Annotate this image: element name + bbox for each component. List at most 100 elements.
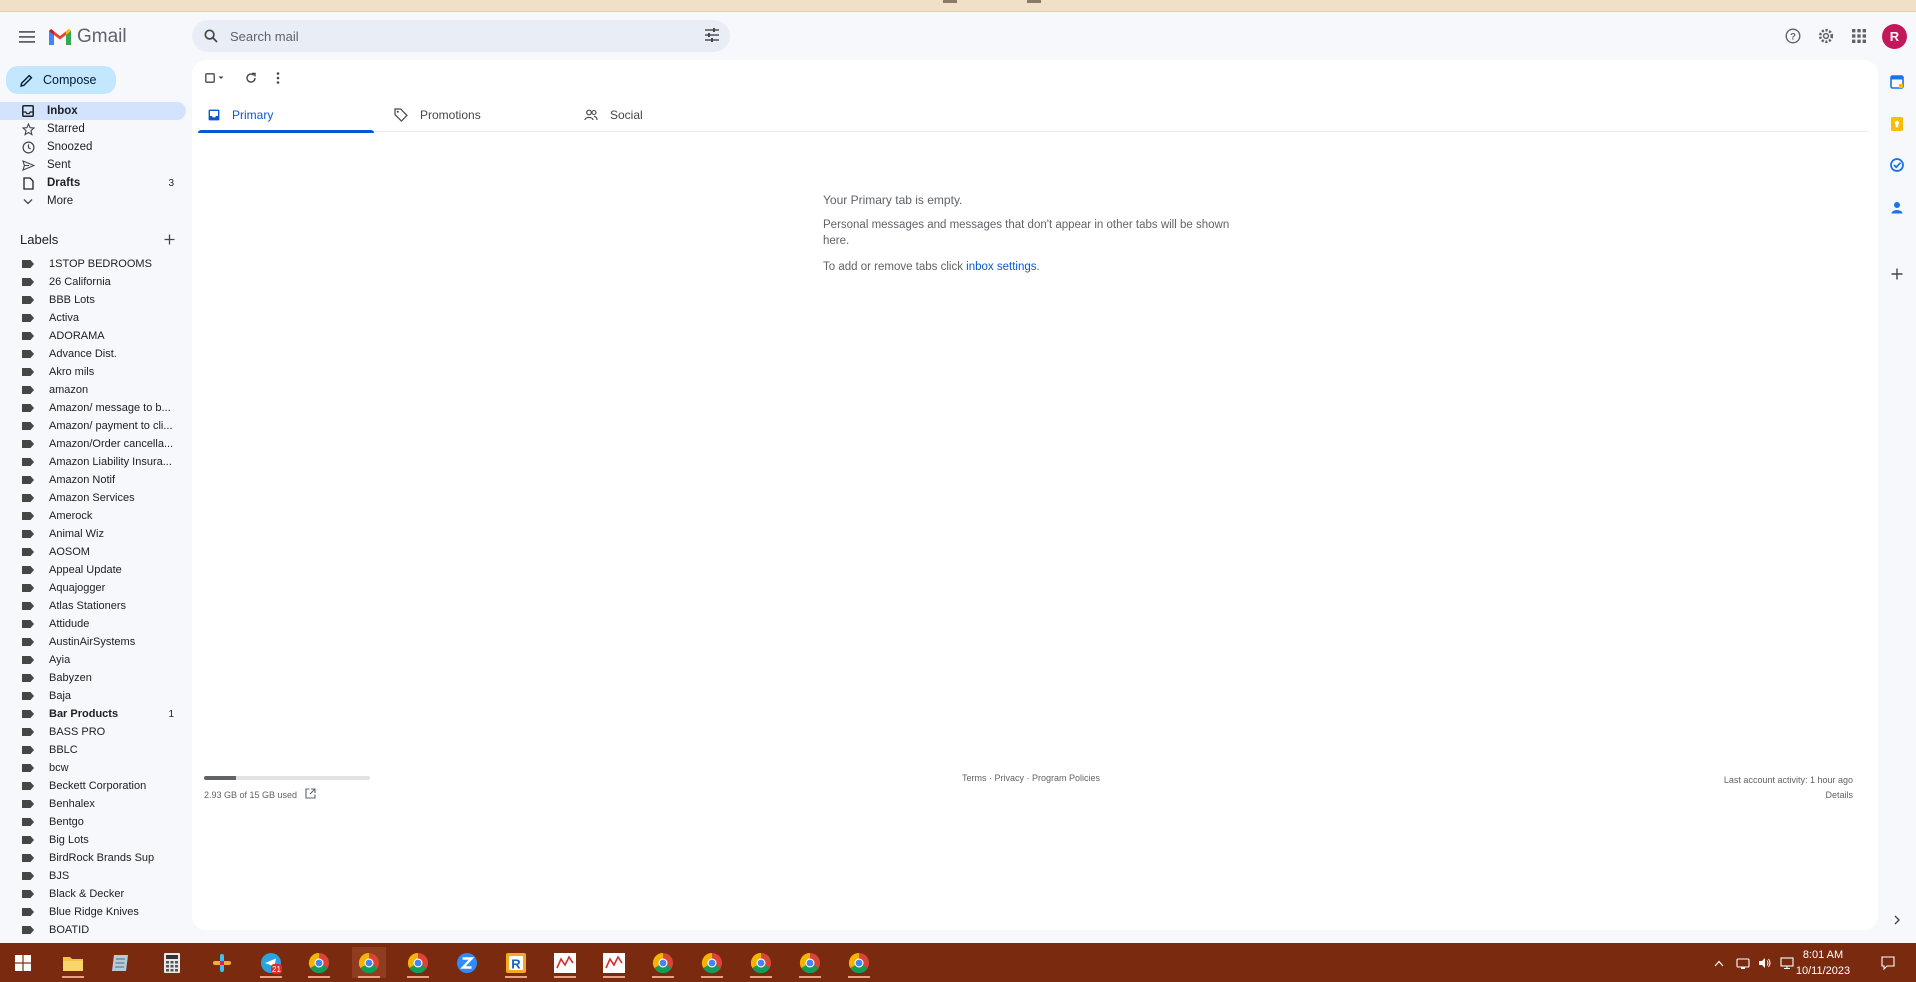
- select-all-button[interactable]: [202, 68, 228, 88]
- more-actions-button[interactable]: [268, 68, 288, 88]
- tab-primary[interactable]: Primary: [198, 98, 374, 133]
- sidebar-label-item[interactable]: Bar Products 1: [0, 705, 186, 723]
- label-tag-icon: [22, 512, 34, 520]
- tab-social[interactable]: Social: [574, 98, 750, 132]
- taskbar-zoom[interactable]: [450, 947, 484, 978]
- sidebar-label-item[interactable]: BASS PRO: [0, 723, 186, 741]
- support-button[interactable]: ?: [1780, 23, 1806, 49]
- start-button[interactable]: [6, 947, 40, 978]
- sidebar-label-item[interactable]: Big Lots: [0, 831, 186, 849]
- sidebar-label-item[interactable]: Amazon/Order cancella...: [0, 435, 186, 453]
- hide-side-panel-button[interactable]: [1887, 910, 1907, 930]
- sidebar-label-item[interactable]: Akro mils: [0, 363, 186, 381]
- keep-app-button[interactable]: [1887, 114, 1907, 134]
- sidebar-label-item[interactable]: Advance Dist.: [0, 345, 186, 363]
- sidebar-label-item[interactable]: Baja: [0, 687, 186, 705]
- sidebar-label-item[interactable]: Attidude: [0, 615, 186, 633]
- volume-button[interactable]: [1757, 955, 1773, 971]
- sidebar-label-item[interactable]: Amazon Services: [0, 489, 186, 507]
- sidebar-label-item[interactable]: Black & Decker: [0, 885, 186, 903]
- sidebar-label-item[interactable]: amazon: [0, 381, 186, 399]
- gmail-logo[interactable]: Gmail: [48, 24, 127, 50]
- sidebar-label-item[interactable]: ADORAMA: [0, 327, 186, 345]
- taskbar-calculator[interactable]: [155, 947, 189, 978]
- taskbar-chrome-1[interactable]: [302, 947, 336, 978]
- sidebar-label-item[interactable]: Amazon/ message to b...: [0, 399, 186, 417]
- main-menu-button[interactable]: [14, 24, 40, 50]
- sidebar-label-item[interactable]: 1STOP BEDROOMS: [0, 255, 186, 273]
- sidebar-label-item[interactable]: Amazon Liability Insura...: [0, 453, 186, 471]
- footer-links[interactable]: Terms · Privacy · Program Policies: [962, 773, 1100, 783]
- sidebar-label-item[interactable]: Amerock: [0, 507, 186, 525]
- get-addons-button[interactable]: [1887, 264, 1907, 284]
- taskbar-chrome-2[interactable]: [352, 947, 386, 978]
- sidebar-item-sent[interactable]: Sent: [0, 156, 186, 174]
- notifications-button[interactable]: [1880, 955, 1896, 971]
- sidebar-label-item[interactable]: BOATID: [0, 921, 186, 939]
- taskbar-clock[interactable]: 8:01 AM 10/11/2023: [1788, 947, 1858, 979]
- taskbar-telegram[interactable]: 21: [254, 947, 288, 978]
- sidebar-label-item[interactable]: Appeal Update: [0, 561, 186, 579]
- sidebar-label-item[interactable]: Benhalex: [0, 795, 186, 813]
- taskbar-chrome-4[interactable]: [646, 947, 680, 978]
- search-bar[interactable]: [192, 20, 730, 52]
- tasks-app-button[interactable]: [1887, 155, 1907, 175]
- sidebar-label-item[interactable]: Aquajogger: [0, 579, 186, 597]
- taskbar-chart-app-1[interactable]: [548, 947, 582, 978]
- last-activity-text: Last account activity: 1 hour ago: [1723, 775, 1853, 785]
- taskbar-file-explorer[interactable]: [56, 947, 90, 978]
- sidebar-label-item[interactable]: AustinAirSystems: [0, 633, 186, 651]
- manage-storage-button[interactable]: [305, 788, 316, 801]
- contacts-app-button[interactable]: [1887, 197, 1907, 217]
- sidebar-label-item[interactable]: Amazon Notif: [0, 471, 186, 489]
- sidebar-label-item[interactable]: Atlas Stationers: [0, 597, 186, 615]
- details-link[interactable]: Details: [1724, 788, 1853, 803]
- sidebar-label-item[interactable]: Amazon/ payment to cli...: [0, 417, 186, 435]
- sidebar-label-item[interactable]: BirdRock Brands Sup: [0, 849, 186, 867]
- sidebar-label-item[interactable]: Ayia: [0, 651, 186, 669]
- taskbar-chart-app-2[interactable]: [597, 947, 631, 978]
- create-label-button[interactable]: [160, 230, 178, 248]
- sidebar-label-item[interactable]: AOSOM: [0, 543, 186, 561]
- taskbar-chrome-8[interactable]: [842, 947, 876, 978]
- settings-button[interactable]: [1813, 23, 1839, 49]
- label-name: Amazon Notif: [49, 474, 116, 486]
- taskbar-r-app[interactable]: R: [499, 947, 533, 978]
- refresh-button[interactable]: [238, 68, 264, 88]
- sidebar-item-drafts[interactable]: Drafts 3: [0, 174, 186, 192]
- sidebar-label-item[interactable]: BJS: [0, 867, 186, 885]
- taskbar-chrome-3[interactable]: [401, 947, 435, 978]
- inbox-settings-link[interactable]: inbox settings: [966, 261, 1036, 273]
- sidebar-label-item[interactable]: bcw: [0, 759, 186, 777]
- sidebar-label-item[interactable]: Blue Ridge Knives: [0, 903, 186, 921]
- chrome-icon: [652, 952, 673, 973]
- taskbar-chrome-6[interactable]: [744, 947, 778, 978]
- sidebar-label-item[interactable]: Bentgo: [0, 813, 186, 831]
- sidebar-label-item[interactable]: BBB Lots: [0, 291, 186, 309]
- tab-promotions[interactable]: Promotions: [384, 98, 560, 132]
- taskbar-chrome-5[interactable]: [695, 947, 729, 978]
- search-button[interactable]: [192, 29, 230, 43]
- search-options-button[interactable]: [704, 27, 720, 46]
- sidebar-item-starred[interactable]: Starred: [0, 120, 186, 138]
- show-hidden-icons-button[interactable]: [1711, 955, 1727, 971]
- sidebar-label-item[interactable]: BBLC: [0, 741, 186, 759]
- account-avatar[interactable]: R: [1882, 24, 1907, 49]
- sidebar-label-item[interactable]: Beckett Corporation: [0, 777, 186, 795]
- sidebar-item-more[interactable]: More: [0, 192, 186, 210]
- sidebar-label-item[interactable]: Babyzen: [0, 669, 186, 687]
- sidebar-item-snoozed[interactable]: Snoozed: [0, 138, 186, 156]
- google-apps-button[interactable]: [1846, 23, 1872, 49]
- sidebar-label-item[interactable]: 26 California: [0, 273, 186, 291]
- sidebar-label-item[interactable]: Activa: [0, 309, 186, 327]
- tray-device-button[interactable]: [1735, 955, 1751, 971]
- taskbar-chrome-7[interactable]: [793, 947, 827, 978]
- sidebar-label-item[interactable]: Animal Wiz: [0, 525, 186, 543]
- taskbar-slack[interactable]: [205, 947, 239, 978]
- calendar-app-button[interactable]: [1887, 72, 1907, 92]
- search-input[interactable]: [230, 28, 670, 44]
- compose-button[interactable]: Compose: [6, 66, 116, 94]
- search-icon: [204, 29, 218, 43]
- taskbar-notes-app[interactable]: [104, 947, 138, 978]
- sidebar-item-inbox[interactable]: Inbox: [0, 102, 186, 120]
